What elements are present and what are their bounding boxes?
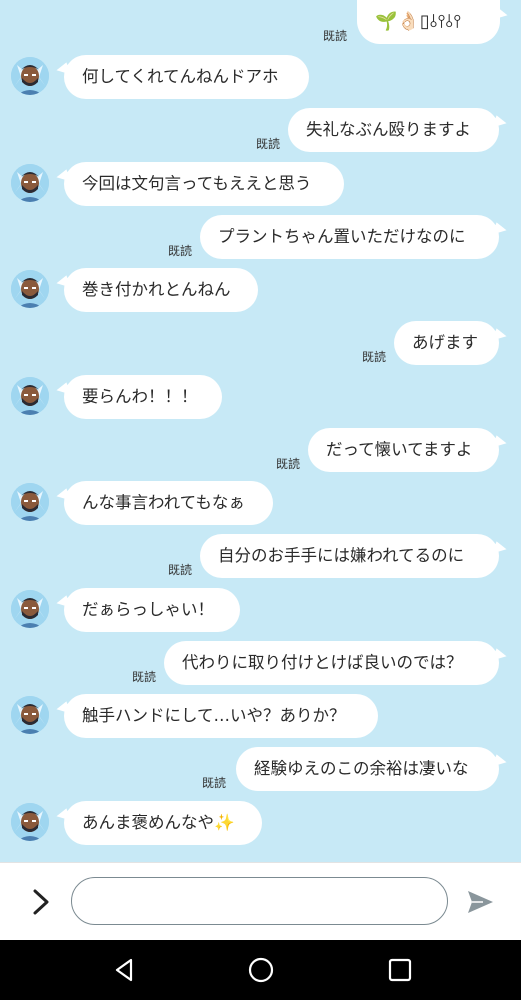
message-text: あんま褒めんなや✨ — [82, 813, 235, 832]
incoming-message-bubble[interactable]: 巻き付かれとんねん — [64, 268, 258, 312]
message-text: 何してくれてんねんドアホ — [82, 67, 279, 86]
chat-area[interactable]: 既読 🌱👌🏻▯⫰⫯⫰⫯ 何してくれてんねんドアホ 既読 失礼なぶん殴りますよ 今… — [0, 0, 521, 862]
message-text: だぁらっしゃい！ — [82, 600, 214, 619]
outgoing-message-bubble[interactable]: プラントちゃん置いただけなのに — [200, 215, 499, 259]
character-avatar-icon[interactable] — [11, 164, 49, 202]
outgoing-message-bubble[interactable]: 失礼なぶん殴りますよ — [288, 108, 499, 152]
incoming-message-bubble[interactable]: 触手ハンドにして…いや？ありか？ — [64, 694, 378, 738]
recents-square-icon[interactable] — [385, 955, 415, 985]
read-receipt: 既読 — [323, 29, 348, 43]
read-receipt: 既読 — [276, 457, 301, 471]
outgoing-message-bubble[interactable]: 自分のお手手には嫌われてるのに — [200, 534, 499, 578]
incoming-message-bubble[interactable]: 今回は文句言ってもええと思う — [64, 162, 344, 206]
message-text: 失礼なぶん殴りますよ — [306, 120, 471, 139]
character-avatar-icon[interactable] — [11, 270, 49, 308]
message-text: だって懐いてますよ — [326, 440, 473, 459]
message-text: 要らんわ！！！ — [82, 387, 198, 406]
read-receipt: 既読 — [362, 350, 387, 364]
character-avatar-icon[interactable] — [11, 803, 49, 841]
character-avatar-icon[interactable] — [11, 483, 49, 521]
outgoing-message-bubble[interactable]: 経験ゆえのこの余裕は凄いな — [236, 747, 499, 791]
read-receipt: 既読 — [202, 776, 227, 790]
incoming-message-bubble[interactable]: だぁらっしゃい！ — [64, 588, 240, 632]
read-receipt: 既読 — [168, 244, 193, 258]
message-text: 今回は文句言ってもええと思う — [82, 174, 312, 193]
character-avatar-icon[interactable] — [11, 590, 49, 628]
outgoing-message-bubble[interactable]: 🌱👌🏻▯⫰⫯⫰⫯ — [357, 0, 500, 44]
send-icon[interactable] — [465, 887, 495, 917]
outgoing-message-bubble[interactable]: だって懐いてますよ — [308, 428, 499, 472]
chevron-right-icon[interactable] — [28, 887, 54, 917]
message-input-bar — [0, 862, 521, 940]
outgoing-message-bubble[interactable]: あげます — [394, 321, 499, 365]
outgoing-message-bubble[interactable]: 代わりに取り付けとけば良いのでは？ — [164, 641, 499, 685]
incoming-message-bubble[interactable]: あんま褒めんなや✨ — [64, 801, 262, 845]
home-circle-icon[interactable] — [246, 955, 276, 985]
message-text: プラントちゃん置いただけなのに — [218, 227, 466, 246]
incoming-message-bubble[interactable]: 何してくれてんねんドアホ — [64, 55, 309, 99]
character-avatar-icon[interactable] — [11, 57, 49, 95]
character-avatar-icon[interactable] — [11, 377, 49, 415]
incoming-message-bubble[interactable]: 要らんわ！！！ — [64, 375, 222, 419]
message-text: 自分のお手手には嫌われてるのに — [218, 546, 465, 565]
message-text: 🌱👌🏻▯⫰⫯⫰⫯ — [375, 11, 462, 32]
message-text: 巻き付かれとんねん — [82, 280, 231, 299]
read-receipt: 既読 — [132, 670, 157, 684]
read-receipt: 既読 — [168, 563, 193, 577]
character-avatar-icon[interactable] — [11, 696, 49, 734]
read-receipt: 既読 — [256, 137, 281, 151]
incoming-message-bubble[interactable]: んな事言われてもなぁ — [64, 481, 273, 525]
message-text: んな事言われてもなぁ — [82, 493, 245, 512]
system-navigation-bar — [0, 940, 521, 1000]
message-input[interactable] — [71, 877, 448, 925]
message-text: 触手ハンドにして…いや？ありか？ — [82, 706, 346, 725]
message-text: 代わりに取り付けとけば良いのでは？ — [182, 653, 463, 672]
message-text: 経験ゆえのこの余裕は凄いな — [254, 759, 469, 778]
message-text: あげます — [412, 333, 478, 352]
back-triangle-icon[interactable] — [109, 955, 139, 985]
